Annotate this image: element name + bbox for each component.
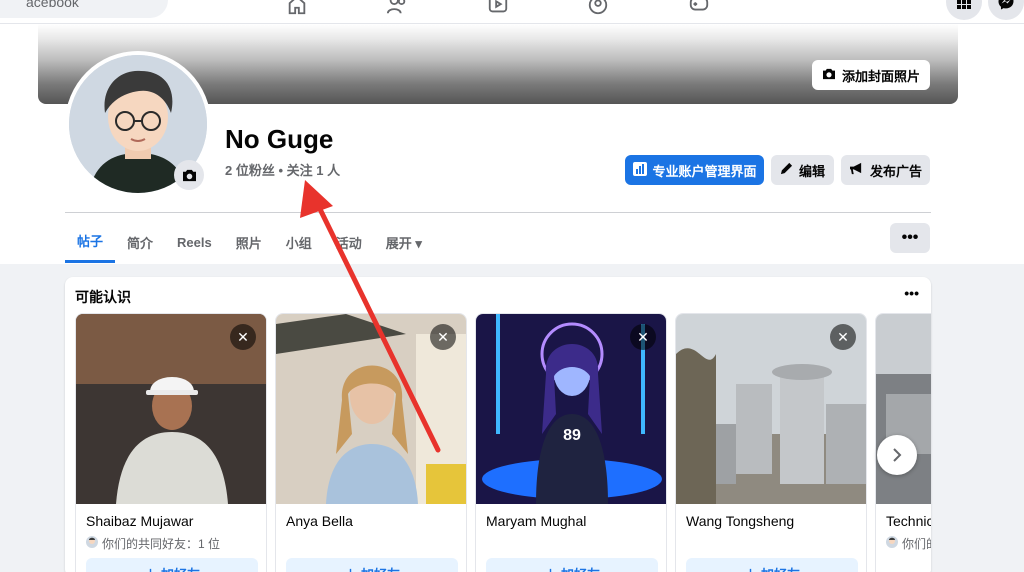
search-text: acebook — [26, 0, 79, 10]
add-friend-label: 加好友 — [561, 564, 600, 572]
chevron-right-icon[interactable] — [877, 435, 917, 475]
top-navigation-bar: acebook — [0, 0, 1024, 24]
person-name[interactable]: Technic — [886, 513, 931, 529]
dismiss-icon[interactable]: ✕ — [630, 324, 656, 350]
gaming-icon[interactable] — [688, 0, 710, 12]
person-photo — [876, 314, 931, 504]
tab-about[interactable]: 简介 — [115, 221, 165, 263]
mutual-friends-text: 你们的 — [902, 537, 931, 551]
add-friend-button[interactable]: ＋ 加好友 — [486, 558, 658, 572]
person-card[interactable]: ✕ Wang Tongsheng ＋ 加好友 — [675, 313, 867, 572]
add-friend-button[interactable]: ＋ 加好友 — [686, 558, 858, 572]
tab-events[interactable]: 活动 — [324, 221, 374, 263]
profile-header: 添加封面照片 No Guge 2 位粉丝 • 关注 1 人 专业账户管理界面 编… — [0, 24, 1024, 264]
person-name[interactable]: Anya Bella — [286, 513, 353, 529]
profile-more-button[interactable]: ••• — [890, 223, 930, 253]
add-friend-label: 加好友 — [361, 564, 400, 572]
mutual-friend-avatar — [86, 536, 98, 551]
header-divider — [65, 212, 931, 213]
advertise-button[interactable]: 发布广告 — [841, 155, 930, 185]
update-profile-picture-button[interactable] — [174, 160, 204, 190]
add-friend-button[interactable]: ＋ 加好友 — [86, 558, 258, 572]
edit-label: 编辑 — [799, 163, 826, 179]
tab-more[interactable]: 展开 ▾ — [374, 221, 434, 263]
mutual-friends: 你们的 — [886, 535, 931, 552]
person-name[interactable]: Maryam Mughal — [486, 513, 586, 529]
profile-name: No Guge — [225, 124, 334, 154]
video-icon[interactable] — [487, 0, 509, 13]
mutual-friends: 你们的共同好友：1 位 — [86, 535, 220, 552]
camera-icon — [822, 68, 836, 83]
pencil-icon — [780, 162, 793, 178]
messenger-icon[interactable] — [988, 0, 1024, 20]
add-friend-button[interactable]: ＋ 加好友 — [286, 558, 458, 572]
tab-photos[interactable]: 照片 — [224, 221, 274, 263]
groups-icon[interactable] — [587, 0, 609, 15]
professional-dashboard-button[interactable]: 专业账户管理界面 — [625, 155, 764, 185]
add-friend-label: 加好友 — [761, 564, 800, 572]
friends-icon[interactable] — [386, 0, 408, 14]
person-name[interactable]: Wang Tongsheng — [686, 513, 794, 529]
tab-groups[interactable]: 小组 — [274, 221, 324, 263]
home-icon[interactable] — [286, 0, 308, 15]
person-card[interactable]: ✕ Shaibaz Mujawar 你们的共同好友：1 位 ＋ 加好友 — [75, 313, 267, 572]
followers-count[interactable]: 2 位粉丝 • 关注 1 人 — [225, 160, 340, 179]
add-friend-icon: ＋ — [144, 564, 157, 572]
people-you-may-know-section: 可能认识 ••• ✕ Shaibaz Mujawar 你们的共同好友：1 位 ＋… — [65, 277, 931, 572]
mutual-friends-text: 你们的共同好友：1 位 — [102, 537, 221, 551]
edit-profile-button[interactable]: 编辑 — [771, 155, 834, 185]
apps-grid-icon[interactable] — [946, 0, 982, 20]
add-cover-photo-label: 添加封面照片 — [841, 68, 920, 84]
section-title: 可能认识 — [75, 289, 131, 305]
camera-icon — [182, 169, 196, 181]
person-card[interactable]: 89 ✕ Maryam Mughal ＋ 加好友 — [475, 313, 667, 572]
mutual-friend-avatar — [886, 536, 898, 551]
chart-icon — [632, 161, 647, 179]
tab-posts[interactable]: 帖子 — [65, 221, 116, 263]
add-friend-label: 加好友 — [161, 564, 200, 572]
professional-dashboard-label: 专业账户管理界面 — [652, 163, 757, 179]
svg-text:89: 89 — [563, 427, 581, 444]
advertise-label: 发布广告 — [870, 163, 923, 179]
dismiss-icon[interactable]: ✕ — [430, 324, 456, 350]
person-card[interactable]: ✕ Anya Bella ＋ 加好友 — [275, 313, 467, 572]
tab-reels[interactable]: Reels — [165, 221, 224, 263]
section-more-button[interactable]: ••• — [904, 285, 919, 301]
add-friend-icon: ＋ — [344, 564, 357, 572]
add-friend-icon: ＋ — [744, 564, 757, 572]
megaphone-icon — [849, 162, 864, 178]
add-cover-photo-button[interactable]: 添加封面照片 — [811, 60, 930, 90]
add-friend-icon: ＋ — [544, 564, 557, 572]
profile-tabs: 帖子 简介 Reels 照片 小组 活动 展开 ▾ — [65, 221, 434, 263]
person-name[interactable]: Shaibaz Mujawar — [86, 513, 193, 529]
dismiss-icon[interactable]: ✕ — [830, 324, 856, 350]
dismiss-icon[interactable]: ✕ — [230, 324, 256, 350]
